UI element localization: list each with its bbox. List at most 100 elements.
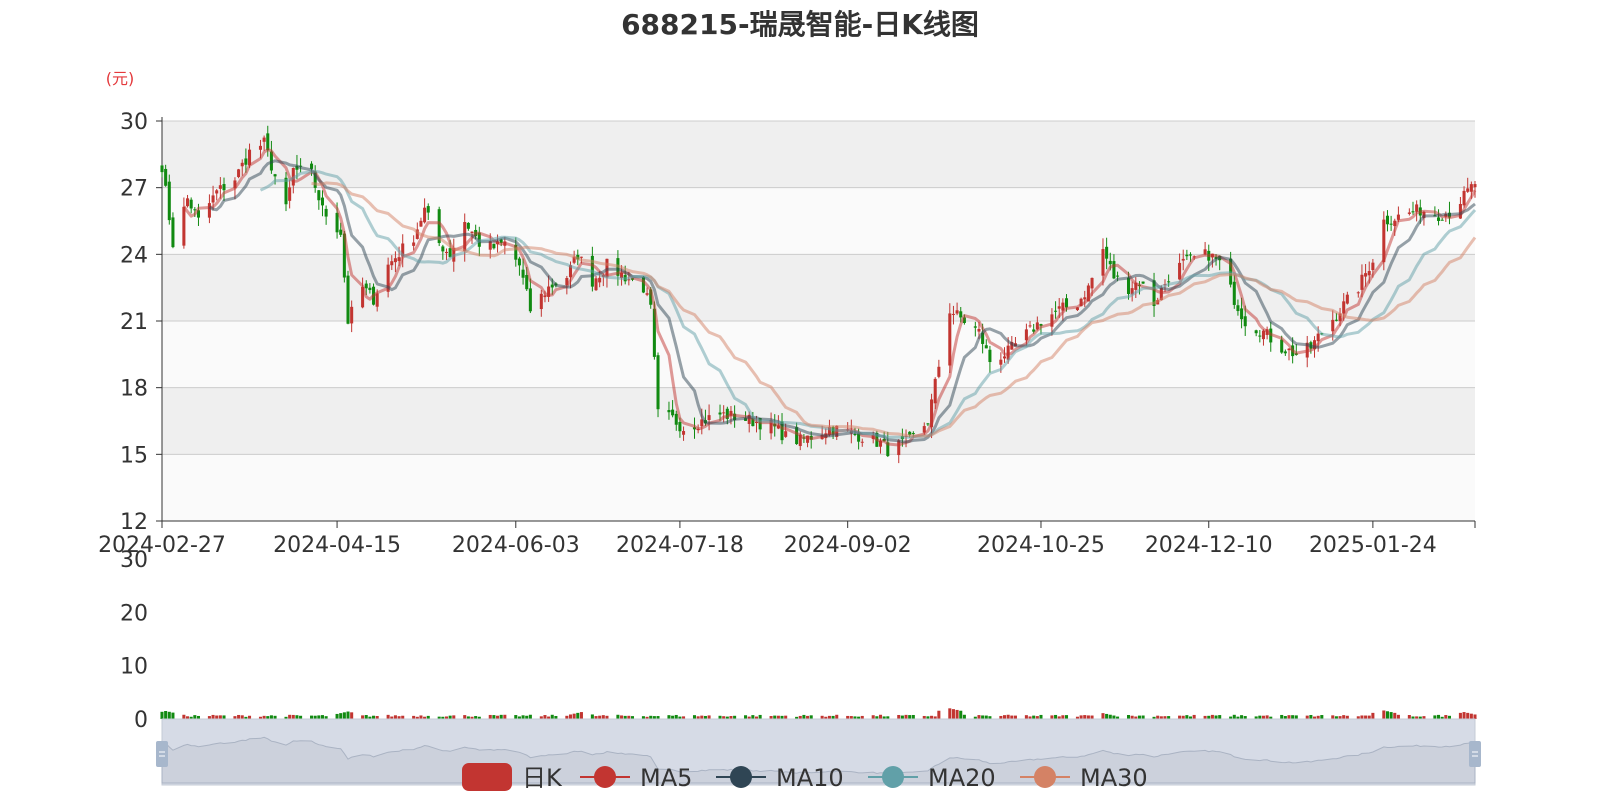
candle-body [492,243,496,249]
volume-bar [339,713,343,719]
candle-body [1028,325,1032,327]
volume-bar [773,715,777,719]
legend-label: MA10 [776,764,844,792]
volume-bar [211,714,215,719]
volume-bar [310,715,314,719]
date-tick-label: 2024-12-10 [1145,533,1273,558]
date-tick-label: 2024-09-02 [784,533,912,558]
candle-body [237,169,241,178]
volume-bar [1389,712,1393,719]
chart-title: 688215-瑞晟智能-日K线图 [621,8,979,41]
volume-bar [744,715,748,719]
candle-icon [462,763,512,791]
volume-bar [543,715,547,719]
candle-body [645,293,649,295]
volume-bar [521,715,525,719]
volume-bar [1232,714,1236,719]
volume-bar [1320,715,1324,719]
volume-bar [1385,711,1389,719]
candle-body [262,137,266,142]
candle-body [1243,316,1247,327]
date-axis: 2024-02-27 2024-04-15 2024-06-03 2024-07-18… [98,520,1476,558]
candle-body [1389,223,1393,225]
volume-bar [1108,714,1112,719]
candle-body [1090,277,1094,289]
volume-bar [977,715,981,719]
candle-body [977,328,981,332]
volume-bar [751,715,755,719]
candle-body [222,184,226,191]
date-tick-label: 2025-01-24 [1309,533,1437,558]
candle-body [335,212,339,233]
candle-body [1360,274,1364,290]
candle-body [1342,301,1346,314]
candle-body [1469,184,1473,192]
slider-handle-left[interactable] [156,741,168,767]
legend-item-ma30[interactable]: MA30 [1020,764,1148,792]
candle-body [1254,330,1258,334]
date-tick-label: 2024-07-18 [616,533,744,558]
price-tick-label: 18 [120,377,148,402]
volume-bar [361,715,365,719]
legend-label: 日K [522,764,563,792]
candle-body [375,293,379,307]
candle-body [288,187,292,201]
volume-bar [193,715,197,719]
volume-bar [1178,715,1182,719]
volume-bar [700,715,704,719]
candle-body [1415,204,1419,212]
volume-bar [908,715,912,719]
volume-bar [1462,712,1466,719]
price-tick-label: 27 [120,177,148,202]
candle-body [1331,319,1335,332]
volume-bar [572,713,576,719]
candle-body [186,198,190,207]
volume-bar [951,709,955,719]
volume-bar [1309,714,1313,719]
candle-body [1316,333,1320,342]
volume-bar [448,715,452,719]
candle-body [539,293,543,310]
volume-bar [1433,715,1437,719]
candle-body [1385,215,1389,225]
candle-body [543,295,547,298]
volume-bar [269,715,273,719]
volume-bar [620,715,624,719]
volume-bar [878,714,883,719]
candle-body [317,190,321,201]
volume-bar [1061,715,1065,719]
volume-bar [1079,715,1083,719]
candle-body [426,206,430,213]
volume-bar [674,714,678,719]
volume-bar [1126,715,1131,719]
volume-bar [1342,715,1346,719]
candle-body [671,409,675,416]
candle-body [594,278,598,291]
candle-body [955,310,959,314]
legend-item-ma20[interactable]: MA20 [868,764,996,792]
volume-bar [218,715,222,719]
candle-body [718,412,722,415]
volume-bar [1006,714,1010,719]
volume-bar [160,711,164,719]
candle-body [1108,260,1112,265]
legend-item-ma10[interactable]: MA10 [716,764,844,792]
volume-bar [222,715,226,719]
candle-body [525,274,529,290]
candle-body [1054,310,1058,312]
volume-bar [707,715,711,719]
volume-bar [1280,714,1284,719]
volume-bar [1396,714,1400,719]
candle-body [682,431,686,435]
candle-body [707,415,711,420]
volume-bar [1192,714,1196,719]
legend-label: MA30 [1080,764,1148,792]
candle-body [1280,339,1284,353]
volume-bar [579,712,583,719]
candle-body [244,158,248,165]
volume-bar [948,708,952,719]
volume-bar [1039,714,1043,719]
volume-bar [514,715,518,719]
grid-band [162,321,1475,388]
slider-handle-right[interactable] [1469,741,1481,767]
